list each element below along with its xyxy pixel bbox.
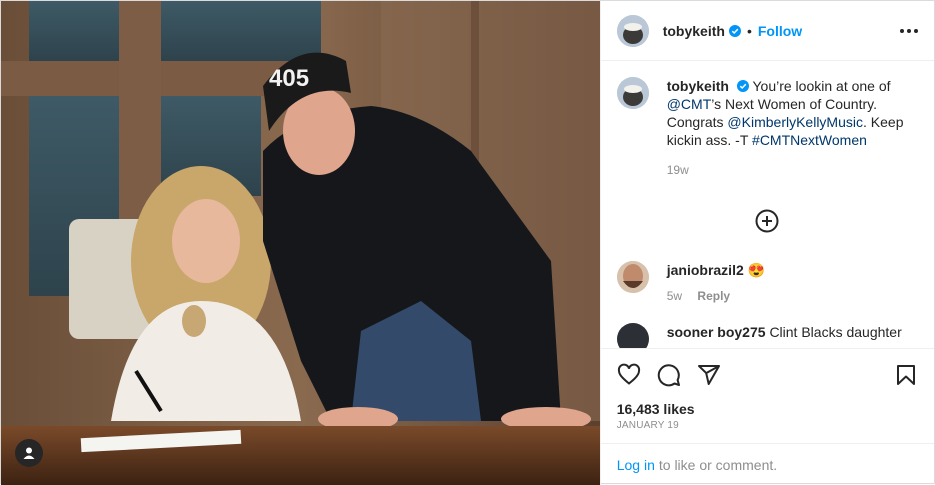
post-header: tobykeith • Follow [600, 1, 934, 61]
user-tag-icon [23, 447, 35, 459]
login-prompt: Log in to like or comment. [600, 443, 934, 485]
hat-text: 405 [269, 65, 309, 92]
like-count[interactable]: 16,483 likes [601, 400, 934, 418]
more-options-icon[interactable] [900, 28, 918, 33]
comment-body: janiobrazil2 😍 5w Reply [667, 261, 765, 305]
action-bar [600, 348, 934, 400]
author-username[interactable]: tobykeith [663, 23, 725, 39]
commenter-username[interactable]: janiobrazil2 [667, 262, 744, 278]
caption-text-1: You’re lookin at one of [752, 78, 891, 94]
login-link[interactable]: Log in [617, 457, 655, 473]
post-photo[interactable]: 405 [1, 1, 600, 485]
caption-body: tobykeith You’re lookin at one of @CMT’s… [667, 77, 918, 179]
comment-item: sooner boy275 Clint Blacks daughter [616, 323, 918, 348]
user-tag-button[interactable] [15, 439, 43, 467]
mention-kimberly-kelly[interactable]: @KimberlyKellyMusic [727, 114, 863, 130]
save-icon[interactable] [894, 363, 918, 387]
post-date[interactable]: JANUARY 19 [601, 418, 934, 443]
comment-icon[interactable] [657, 363, 681, 387]
caption-avatar[interactable] [616, 77, 649, 109]
verified-badge-icon [736, 80, 749, 92]
comment-item: janiobrazil2 😍 5w Reply [616, 261, 918, 305]
caption: tobykeith You’re lookin at one of @CMT’s… [616, 77, 918, 179]
commenter-avatar[interactable] [616, 323, 649, 348]
instagram-post: 405 tobykeith • Follow tobykeith You’re … [0, 0, 935, 485]
comment-text: 😍 [747, 262, 766, 278]
follow-button[interactable]: Follow [758, 23, 802, 39]
comment-body: sooner boy275 Clint Blacks daughter [667, 323, 902, 341]
photo-illustration: 405 [1, 1, 600, 485]
hashtag-link[interactable]: #CMTNextWomen [752, 132, 867, 148]
login-prompt-text: to like or comment. [658, 456, 778, 473]
author-avatar[interactable] [616, 14, 649, 47]
reply-button[interactable]: Reply [697, 289, 730, 303]
commenter-username[interactable]: sooner boy275 [667, 324, 766, 340]
load-more-plus-icon [755, 209, 779, 233]
caption-username[interactable]: tobykeith [667, 78, 729, 94]
separator-dot: • [746, 22, 752, 39]
share-icon[interactable] [697, 363, 721, 387]
comment-age: 5w [666, 289, 683, 303]
heart-icon[interactable] [617, 363, 641, 387]
commenter-avatar[interactable] [616, 261, 649, 293]
comment-text: Clint Blacks daughter [769, 324, 902, 340]
load-more-button[interactable] [617, 209, 918, 233]
caption-age: 19w [666, 163, 689, 177]
verified-badge-icon [728, 24, 741, 37]
post-sidebar: tobykeith • Follow tobykeith You’re look… [599, 1, 934, 485]
mention-cmt[interactable]: @CMT [667, 96, 712, 112]
comments-section[interactable]: tobykeith You’re lookin at one of @CMT’s… [601, 61, 934, 348]
